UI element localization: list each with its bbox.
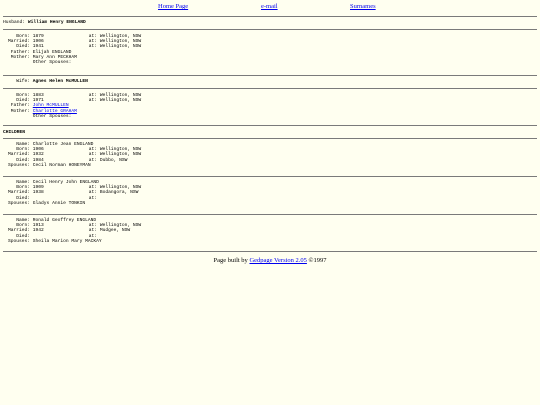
child-married-place: Bodangora, NSW: [99, 190, 139, 196]
children-heading-block: CHILDREN: [3, 130, 25, 135]
wife-died-place: Wellington, NSW: [99, 98, 142, 104]
surnames-link[interactable]: Surnames: [350, 3, 376, 10]
page-footer: Page built by Gedpage Version 2.05 ©1997: [0, 257, 540, 264]
at-label: at:: [88, 98, 98, 104]
wife-label: Wife:: [16, 79, 30, 84]
husband-label: Husband:: [3, 20, 26, 25]
husband-details: Born: 1879 at: Wellington, NSW Married: 1…: [3, 34, 141, 65]
other-spouses-label: Other Spouses:: [32, 113, 72, 119]
child-entry: Name: Ronald Geoffrey ENGLAND Born: 1913…: [3, 218, 141, 244]
divider: [3, 88, 537, 89]
wife-header: Wife: Agnes Helen McMULLEN: [3, 79, 88, 84]
divider: [3, 75, 537, 76]
child-entry: Name: Charlotte Jean ENGLAND Born: 1906 a…: [3, 142, 141, 168]
spouses-label: Spouses:: [7, 162, 30, 168]
at-label: at:: [88, 195, 98, 201]
husband-header: Husband: William Henry ENGLAND: [3, 20, 86, 25]
husband-name: William Henry ENGLAND: [27, 20, 86, 25]
child-spouses: Sheila Marion Mary MACKAY: [32, 238, 102, 244]
home-page-link[interactable]: Home Page: [158, 3, 188, 10]
child-spouses: Cecil Norman HONEYMAN: [32, 162, 91, 168]
mother-label: Mother:: [10, 108, 30, 114]
child-entry: Name: Cecil Henry John ENGLAND Born: 190…: [3, 180, 141, 206]
divider: [3, 214, 537, 215]
spouses-label: Spouses:: [7, 238, 30, 244]
gedpage-link[interactable]: Gedpage Version 2.05: [249, 257, 306, 264]
divider: [3, 138, 537, 139]
wife-name: Agnes Helen McMULLEN: [32, 79, 88, 84]
divider: [3, 251, 537, 252]
footer-prefix: Page built by: [213, 257, 248, 264]
email-link[interactable]: e-mail: [261, 3, 278, 10]
child-spouses: Gladys Annie TONKIN: [32, 200, 86, 206]
child-married-place: Mudgee, NSW: [99, 228, 131, 234]
husband-died-place: Wellington, NSW: [99, 44, 142, 50]
divider: [3, 16, 537, 17]
divider: [3, 29, 537, 30]
children-heading: CHILDREN: [3, 130, 26, 135]
top-nav: Home Page e-mail Surnames: [0, 3, 540, 13]
footer-suffix: ©1997: [308, 257, 327, 264]
wife-details: Born: 1883 at: Wellington, NSW Died: 1971…: [3, 93, 141, 119]
child-died-place: Dubbo, NSW: [99, 157, 128, 163]
child-married: 1938: [32, 190, 44, 196]
divider: [3, 176, 537, 177]
child-married: 1942: [32, 228, 44, 234]
other-spouses-label: Other Spouses:: [32, 59, 72, 65]
at-label: at:: [88, 44, 98, 50]
spouses-label: Spouses:: [7, 200, 30, 206]
divider: [3, 125, 537, 126]
